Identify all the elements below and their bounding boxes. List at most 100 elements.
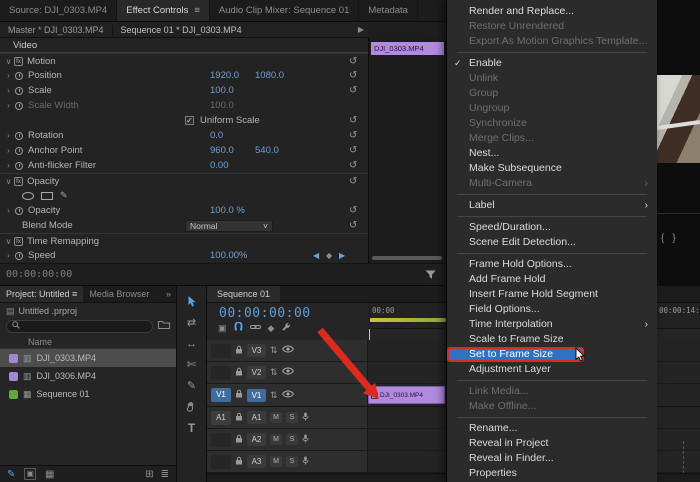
sync-lock-icon[interactable]: ⇅: [270, 345, 278, 356]
timeline-clip-dji-0303[interactable]: DJI_0303.MP4: [368, 386, 445, 404]
track-select-tool[interactable]: ⇄: [187, 316, 196, 329]
mark-out-icon[interactable]: }: [672, 233, 683, 244]
project-file-row[interactable]: ▤ Untitled .prproj: [0, 303, 176, 319]
toggle-output-eye-icon[interactable]: [282, 345, 294, 356]
anchor-x-value[interactable]: 960.0: [210, 145, 234, 156]
position-x-value[interactable]: 1920.0: [210, 70, 239, 81]
mark-in-icon[interactable]: {: [661, 233, 672, 244]
source-patch-empty[interactable]: [211, 455, 231, 469]
hand-tool[interactable]: [186, 400, 197, 413]
track-badge-a3[interactable]: A3: [247, 455, 266, 468]
menu-item-nest[interactable]: Nest...: [447, 146, 657, 161]
chevron-right-icon[interactable]: ›: [4, 251, 13, 260]
menu-item-label[interactable]: Label›: [447, 198, 657, 213]
voiceover-mic-icon[interactable]: [302, 456, 309, 468]
source-patch-empty[interactable]: [211, 344, 231, 358]
chevron-right-icon[interactable]: ›: [4, 71, 13, 80]
track-badge-a1[interactable]: A1: [247, 411, 266, 424]
menu-item-insert-frame-hold-segment[interactable]: Insert Frame Hold Segment: [447, 287, 657, 302]
timeline-timecode[interactable]: 00:00:00:00: [207, 303, 368, 321]
menu-item-add-frame-hold[interactable]: Add Frame Hold: [447, 272, 657, 287]
source-patch-empty[interactable]: [211, 366, 231, 380]
list-view-icon[interactable]: ▣: [24, 468, 36, 480]
rotation-value[interactable]: 0.0: [210, 130, 223, 141]
reset-icon[interactable]: ↺: [349, 220, 357, 231]
blend-mode-row[interactable]: Blend Mode Normal ˅ ↺: [0, 218, 368, 233]
project-item-dji-0306[interactable]: ▥ DJI_0306.MP4: [0, 367, 176, 385]
track-badge-v3[interactable]: V3: [247, 344, 266, 357]
opacity-value-row[interactable]: › Opacity 100.0 % ↺: [0, 203, 368, 218]
menu-item-adjustment-layer[interactable]: Adjustment Layer: [447, 362, 657, 377]
stopwatch-icon[interactable]: [15, 87, 23, 95]
stopwatch-icon[interactable]: [15, 147, 23, 155]
panel-menu-icon[interactable]: ≡: [194, 5, 200, 16]
anchor-y-value[interactable]: 540.0: [255, 145, 279, 156]
voiceover-mic-icon[interactable]: [302, 434, 309, 446]
source-patch-v1[interactable]: V1: [211, 388, 231, 402]
position-y-value[interactable]: 1080.0: [255, 70, 284, 81]
speed-value[interactable]: 100.00%: [210, 250, 248, 261]
mini-timeline-clip[interactable]: DJI_0303.MP4: [371, 42, 444, 55]
stopwatch-icon[interactable]: [15, 252, 23, 260]
master-clip-tab[interactable]: Master * DJI_0303.MP4: [0, 25, 112, 35]
time-remapping-row[interactable]: ∨ fx Time Remapping: [0, 233, 368, 248]
anti-flicker-value[interactable]: 0.00: [210, 160, 229, 171]
voiceover-mic-icon[interactable]: [302, 412, 309, 424]
menu-item-enable[interactable]: ✓Enable: [447, 56, 657, 71]
position-row[interactable]: › Position 1920.0 1080.0 ↺: [0, 68, 368, 83]
menu-item-make-subsequence[interactable]: Make Subsequence: [447, 161, 657, 176]
stopwatch-icon[interactable]: [15, 132, 23, 140]
tab-metadata[interactable]: Metadata: [359, 0, 418, 21]
toggle-output-eye-icon[interactable]: [282, 390, 294, 401]
scale-value[interactable]: 100.0: [210, 85, 234, 96]
menu-item-frame-hold-options[interactable]: Frame Hold Options...: [447, 257, 657, 272]
stopwatch-icon[interactable]: [15, 72, 23, 80]
razor-tool[interactable]: ✄: [187, 358, 196, 371]
video-section-header[interactable]: Video: [0, 38, 368, 53]
panel-scroll-arrow-icon[interactable]: ▶: [358, 25, 364, 34]
ellipse-mask-icon[interactable]: [22, 192, 34, 200]
sync-lock-icon[interactable]: ⇅: [270, 390, 278, 401]
menu-item-reveal-in-finder[interactable]: Reveal in Finder...: [447, 451, 657, 466]
mute-button[interactable]: M: [270, 412, 282, 423]
reset-icon[interactable]: ↺: [349, 85, 357, 96]
sync-lock-icon[interactable]: ⇅: [270, 367, 278, 378]
track-badge-v2[interactable]: V2: [247, 366, 266, 379]
search-input[interactable]: [24, 322, 147, 332]
folder-icon[interactable]: [158, 320, 170, 333]
label-chip-purple[interactable]: [9, 354, 18, 363]
lock-icon[interactable]: [235, 367, 243, 379]
menu-item-scene-edit-detection[interactable]: Scene Edit Detection...: [447, 235, 657, 250]
tab-effect-controls[interactable]: Effect Controls≡: [117, 0, 210, 21]
reset-icon[interactable]: ↺: [349, 145, 357, 156]
project-footer-menu-icon[interactable]: ≣: [161, 469, 169, 480]
sequence-clip-tab[interactable]: Sequence 01 * DJI_0303.MP4: [112, 25, 250, 35]
mute-button[interactable]: M: [270, 456, 282, 467]
track-badge-a2[interactable]: A2: [247, 433, 266, 446]
track-badge-v1[interactable]: V1: [247, 389, 266, 402]
snap-magnet-icon[interactable]: [234, 322, 243, 334]
chevron-down-icon[interactable]: ∨: [4, 237, 13, 246]
menu-item-speed-duration[interactable]: Speed/Duration...: [447, 220, 657, 235]
mute-button[interactable]: M: [270, 434, 282, 445]
menu-item-scale-to-frame-size[interactable]: Scale to Frame Size: [447, 332, 657, 347]
tab-media-browser[interactable]: Media Browser: [83, 286, 155, 302]
linked-selection-icon[interactable]: [250, 323, 261, 333]
reset-icon[interactable]: ↺: [349, 56, 357, 67]
menu-item-properties[interactable]: Properties: [447, 466, 657, 481]
reset-icon[interactable]: ↺: [349, 176, 357, 187]
solo-button[interactable]: S: [286, 456, 298, 467]
chevron-down-icon[interactable]: ∨: [4, 57, 13, 66]
menu-item-rename[interactable]: Rename...: [447, 421, 657, 436]
source-patch-a1[interactable]: A1: [211, 411, 231, 425]
stopwatch-icon[interactable]: [15, 207, 23, 215]
effect-controls-mini-timeline[interactable]: DJI_0303.MP4: [368, 38, 446, 263]
label-chip-purple[interactable]: [9, 372, 18, 381]
reset-icon[interactable]: ↺: [349, 115, 357, 126]
ripple-edit-tool[interactable]: ↔: [186, 337, 197, 350]
add-keyframe-icon[interactable]: ◆: [326, 251, 332, 260]
lock-icon[interactable]: [235, 412, 243, 424]
panel-menu-icon[interactable]: ≡: [72, 289, 77, 299]
filter-funnel-icon[interactable]: [425, 270, 436, 283]
toggle-output-eye-icon[interactable]: [282, 367, 294, 378]
